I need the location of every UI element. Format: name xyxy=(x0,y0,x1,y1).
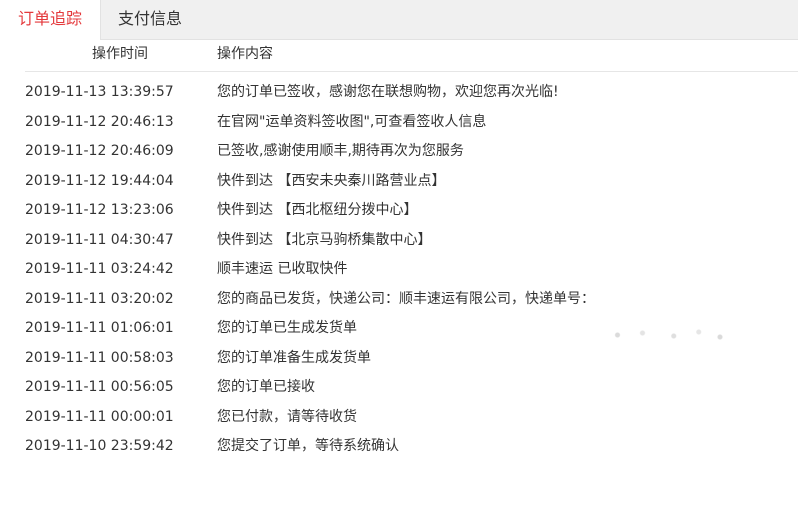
table-row: 2019-11-12 20:46:09 已签收,感谢使用顺丰,期待再次为您服务 xyxy=(25,142,798,172)
row-content: 快件到达 【西安未央秦川路营业点】 xyxy=(217,172,446,189)
row-time: 2019-11-13 13:39:57 xyxy=(25,84,174,100)
table-row: 2019-11-11 03:24:42 顺丰速运 已收取快件 xyxy=(25,260,798,290)
row-content: 顺丰速运 已收取快件 xyxy=(217,261,348,277)
row-time: 2019-11-11 01:06:01 xyxy=(25,320,174,336)
table-row: 2019-11-12 19:44:04 快件到达 【西安未央秦川路营业点】 xyxy=(25,172,798,202)
table-row: 2019-11-11 03:20:02 您的商品已发货，快递公司：顺丰速运有限公… xyxy=(25,290,798,320)
row-time: 2019-11-11 00:58:03 xyxy=(25,349,174,366)
table-row: 2019-11-12 20:46:13 在官网"运单资料签收图",可查看签收人信… xyxy=(25,113,798,143)
row-time: 2019-11-12 20:46:13 xyxy=(25,113,174,130)
row-content: 在官网"运单资料签收图",可查看签收人信息 xyxy=(217,113,487,130)
row-time: 2019-11-11 00:00:01 xyxy=(25,408,174,425)
table-row: 2019-11-13 13:39:57 您的订单已签收，感谢您在联想购物，欢迎您… xyxy=(25,83,798,113)
table-row: 2019-11-11 00:56:05 您的订单已接收 xyxy=(25,378,798,408)
table-row: 2019-11-12 13:23:06 快件到达 【西北枢纽分拨中心】 xyxy=(25,201,798,231)
tab-bar: 订单追踪 支付信息 xyxy=(0,0,798,41)
row-time: 2019-11-11 03:20:02 xyxy=(25,290,174,307)
row-time: 2019-11-11 03:24:42 xyxy=(25,261,174,277)
row-time: 2019-11-12 19:44:04 xyxy=(25,172,174,189)
row-time: 2019-11-10 23:59:42 xyxy=(25,438,174,454)
tab-payment-info[interactable]: 支付信息 xyxy=(101,0,199,41)
row-content: 您的订单已生成发货单 xyxy=(217,320,357,336)
table-row: 2019-11-11 00:58:03 您的订单准备生成发货单 xyxy=(25,349,798,379)
column-header-time: 操作时间 xyxy=(92,46,148,62)
tab-order-tracking[interactable]: 订单追踪 xyxy=(0,0,101,41)
row-time: 2019-11-12 20:46:09 xyxy=(25,143,174,159)
tracking-list: 2019-11-13 13:39:57 您的订单已签收，感谢您在联想购物，欢迎您… xyxy=(25,83,798,467)
row-content: 您的订单已签收，感谢您在联想购物，欢迎您再次光临! xyxy=(217,84,559,100)
row-content: 快件到达 【北京马驹桥集散中心】 xyxy=(217,231,432,248)
column-header-content: 操作内容 xyxy=(217,46,273,62)
row-content: 您提交了订单，等待系统确认 xyxy=(217,438,399,454)
row-content: 您已付款，请等待收货 xyxy=(217,408,357,425)
table-header: 操作时间 操作内容 xyxy=(25,40,798,72)
tracking-number-redaction xyxy=(605,325,730,345)
row-time: 2019-11-12 13:23:06 xyxy=(25,202,174,218)
table-row: 2019-11-10 23:59:42 您提交了订单，等待系统确认 xyxy=(25,437,798,467)
row-content: 已签收,感谢使用顺丰,期待再次为您服务 xyxy=(217,143,464,159)
row-time: 2019-11-11 00:56:05 xyxy=(25,379,174,395)
row-content: 您的商品已发货，快递公司：顺丰速运有限公司，快递单号： xyxy=(217,290,595,307)
table-row: 2019-11-11 04:30:47 快件到达 【北京马驹桥集散中心】 xyxy=(25,231,798,261)
row-time: 2019-11-11 04:30:47 xyxy=(25,231,174,248)
row-content: 快件到达 【西北枢纽分拨中心】 xyxy=(217,202,418,218)
table-row: 2019-11-11 00:00:01 您已付款，请等待收货 xyxy=(25,408,798,438)
row-content: 您的订单已接收 xyxy=(217,379,315,395)
row-content: 您的订单准备生成发货单 xyxy=(217,349,371,366)
